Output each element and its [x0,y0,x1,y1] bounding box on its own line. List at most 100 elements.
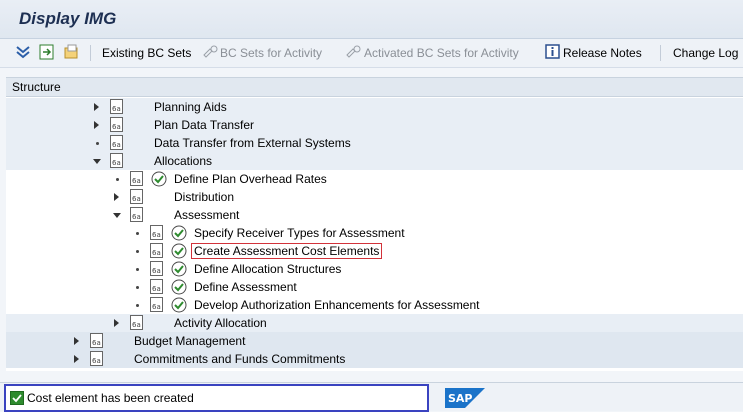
tree-node-activity-allocation[interactable]: 6a Activity Allocation [6,314,743,332]
svg-text:6a: 6a [132,321,141,329]
tree-node-allocations[interactable]: 6a Allocations [6,152,743,170]
existing-bc-sets-button[interactable]: Existing BC Sets [102,44,191,62]
tree-node-label: Define Allocation Structures [194,262,342,276]
expand-arrow-icon[interactable] [94,103,99,111]
document-icon: 6a [150,243,163,258]
sap-logo-icon: SAP [445,388,485,408]
find-icon[interactable] [38,43,56,61]
execute-activity-icon[interactable] [151,171,167,187]
documentation-icon[interactable] [62,43,80,61]
expand-arrow-icon[interactable] [114,319,119,327]
svg-text:6a: 6a [152,249,161,257]
execute-activity-icon[interactable] [171,261,187,277]
svg-text:6a: 6a [92,357,101,365]
document-icon: 6a [130,207,143,222]
tree-node-label: Activity Allocation [174,316,267,330]
expand-all-icon[interactable] [14,43,32,61]
tree-node-specify-receiver-types[interactable]: 6a Specify Receiver Types for Assessment [6,224,743,242]
tree-node-label-selected: Create Assessment Cost Elements [190,243,383,259]
tree-header-label: Structure [12,80,61,94]
tree-node-label: Assessment [174,208,240,222]
svg-text:6a: 6a [152,267,161,275]
activated-bc-set-icon [346,45,361,58]
expand-arrow-icon[interactable] [94,121,99,129]
tree-node-label: Planning Aids [154,100,227,114]
document-icon: 6a [130,189,143,204]
svg-text:6a: 6a [112,141,121,149]
img-structure-tree: Structure 6a Planning Aids 6a Plan Data … [6,77,743,371]
svg-text:6a: 6a [112,105,121,113]
execute-activity-icon[interactable] [171,243,187,259]
bc-sets-for-activity-button[interactable]: BC Sets for Activity [220,44,322,62]
bc-set-icon [203,45,218,58]
tree-node-label: Plan Data Transfer [154,118,255,132]
document-icon: 6a [150,297,163,312]
tree-node-define-allocation-structures[interactable]: 6a Define Allocation Structures [6,260,743,278]
change-log-button[interactable]: Change Log [673,44,738,62]
document-icon: 6a [150,279,163,294]
success-check-icon [10,391,24,405]
status-message-text: Cost element has been created [27,391,194,405]
tree-node-label: Define Assessment [194,280,297,294]
document-icon: 6a [150,225,163,240]
tree-node-define-assessment[interactable]: 6a Define Assessment [6,278,743,296]
tree-header: Structure [6,78,743,97]
tree-node-commitments[interactable]: 6a Commitments and Funds Commitments [6,350,743,368]
tree-node-assessment[interactable]: 6a Assessment [6,206,743,224]
document-icon: 6a [110,153,123,168]
tree-node-data-transfer-external[interactable]: 6a Data Transfer from External Systems [6,134,743,152]
leaf-bullet-icon [136,268,139,271]
leaf-bullet-icon [136,304,139,307]
document-icon: 6a [130,315,143,330]
leaf-bullet-icon [136,286,139,289]
tree-node-distribution[interactable]: 6a Distribution [6,188,743,206]
svg-text:6a: 6a [132,213,141,221]
tree-node-develop-authorization-enhancements[interactable]: 6a Develop Authorization Enhancements fo… [6,296,743,314]
tree-node-define-plan-overhead-rates[interactable]: 6a Define Plan Overhead Rates [6,170,743,188]
document-icon: 6a [130,171,143,186]
document-icon: 6a [110,135,123,150]
svg-text:6a: 6a [152,303,161,311]
application-toolbar: Existing BC Sets BC Sets for Activity Ac… [0,39,743,68]
expand-arrow-icon[interactable] [74,355,79,363]
tree-node-budget-management[interactable]: 6a Budget Management [6,332,743,350]
tree-node-planning-aids[interactable]: 6a Planning Aids [6,98,743,116]
tree-node-label: Data Transfer from External Systems [154,136,351,150]
document-icon: 6a [110,99,123,114]
collapse-arrow-icon[interactable] [93,159,101,164]
svg-text:6a: 6a [112,159,121,167]
tree-node-label: Budget Management [134,334,246,348]
toolbar-separator [660,45,661,61]
status-message[interactable]: Cost element has been created [4,384,429,412]
toolbar-separator [90,45,91,61]
status-bar: Cost element has been created SAP [0,382,743,412]
document-icon: 6a [110,117,123,132]
leaf-bullet-icon [136,250,139,253]
tree-node-label: Define Plan Overhead Rates [174,172,327,186]
execute-activity-icon[interactable] [171,279,187,295]
info-icon [545,44,560,59]
title-bar: Display IMG [0,0,743,39]
svg-text:6a: 6a [132,177,141,185]
expand-arrow-icon[interactable] [74,337,79,345]
document-icon: 6a [90,333,103,348]
window-title: Display IMG [19,9,117,28]
tree-node-label: Distribution [174,190,235,204]
tree-node-plan-data-transfer[interactable]: 6a Plan Data Transfer [6,116,743,134]
document-icon: 6a [150,261,163,276]
svg-text:SAP: SAP [448,392,473,405]
expand-arrow-icon[interactable] [114,193,119,201]
svg-text:6a: 6a [152,231,161,239]
release-notes-button[interactable]: Release Notes [563,44,642,62]
tree-node-label: Specify Receiver Types for Assessment [194,226,405,240]
execute-activity-icon[interactable] [171,297,187,313]
activated-bc-sets-button[interactable]: Activated BC Sets for Activity [364,44,519,62]
leaf-bullet-icon [136,232,139,235]
svg-text:6a: 6a [152,285,161,293]
execute-activity-icon[interactable] [171,225,187,241]
leaf-bullet-icon [116,178,119,181]
tree-node-create-assessment-cost-elements[interactable]: 6a Create Assessment Cost Elements [6,242,743,260]
svg-text:6a: 6a [132,195,141,203]
collapse-arrow-icon[interactable] [113,213,121,218]
tree-node-label: Develop Authorization Enhancements for A… [194,298,480,312]
